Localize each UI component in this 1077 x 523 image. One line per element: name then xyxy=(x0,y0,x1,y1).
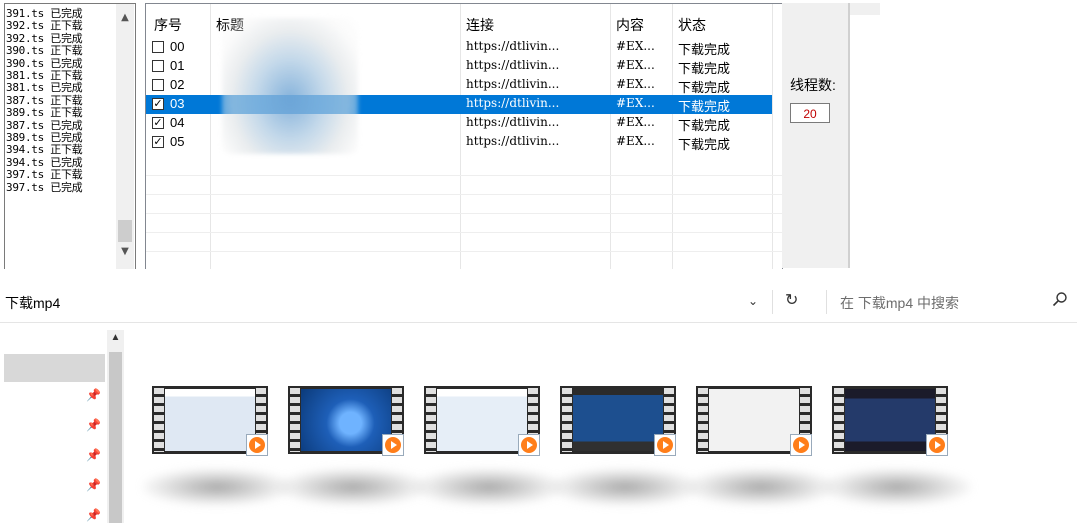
log-scroll-thumb[interactable] xyxy=(118,220,132,242)
row-status: 下载完成 xyxy=(678,80,731,95)
nav-scrollbar[interactable]: ▲ xyxy=(107,330,124,523)
row-content: #EX... xyxy=(616,96,655,110)
download-log-list[interactable]: 391.ts 已完成 392.ts 正下载 392.ts 已完成 390.ts 正下载… xyxy=(4,3,136,269)
redacted-file-name xyxy=(142,468,292,506)
log-lines: 391.ts 已完成 392.ts 正下载 392.ts 已完成 390.ts 正下载… xyxy=(6,7,116,194)
pin-icon[interactable]: 📌 xyxy=(86,388,101,402)
row-status: 下载完成 xyxy=(678,118,731,133)
row-content: #EX... xyxy=(616,134,655,148)
row-checkbox[interactable] xyxy=(152,60,164,72)
row-status: 下载完成 xyxy=(678,61,731,76)
navigation-pane[interactable]: 📌 📌 📌 📌 📌 ▲ xyxy=(0,330,125,523)
play-icon xyxy=(246,434,268,456)
pin-icon[interactable]: 📌 xyxy=(86,478,101,492)
video-file-thumbnail[interactable] xyxy=(424,386,540,458)
row-url: https://dtlivin... xyxy=(466,96,560,110)
row-checkbox[interactable]: ✓ xyxy=(152,136,164,148)
redacted-file-name xyxy=(278,468,428,506)
row-status: 下载完成 xyxy=(678,42,731,57)
settings-panel xyxy=(782,3,848,268)
pin-icon[interactable]: 📌 xyxy=(86,448,101,462)
play-icon xyxy=(382,434,404,456)
redacted-file-name xyxy=(822,468,972,506)
row-checkbox[interactable]: ✓ xyxy=(152,117,164,129)
redacted-file-name xyxy=(414,468,564,506)
row-content: #EX... xyxy=(616,58,655,72)
row-content: #EX... xyxy=(616,39,655,53)
log-scrollbar[interactable]: ▲ ▼ xyxy=(116,4,134,269)
scroll-down-icon[interactable]: ▼ xyxy=(116,244,134,260)
video-file-thumbnail[interactable] xyxy=(560,386,676,458)
search-icon[interactable] xyxy=(1052,291,1068,307)
row-index: 03 xyxy=(170,96,185,111)
column-header-index[interactable]: 序号 xyxy=(154,15,182,35)
row-index: 02 xyxy=(170,77,185,92)
log-line: 390.ts 正下载 xyxy=(6,44,83,58)
redacted-file-name xyxy=(686,468,836,506)
video-file-thumbnail[interactable] xyxy=(152,386,268,458)
play-icon xyxy=(790,434,812,456)
row-checkbox[interactable] xyxy=(152,79,164,91)
row-url: https://dtlivin... xyxy=(466,39,560,53)
log-line: 397.ts 已完成 xyxy=(6,180,83,194)
nav-scroll-thumb[interactable] xyxy=(109,352,122,523)
column-header-url[interactable]: 连接 xyxy=(466,15,494,35)
row-status: 下载完成 xyxy=(678,99,731,114)
play-icon xyxy=(926,434,948,456)
row-url: https://dtlivin... xyxy=(466,134,560,148)
threads-label: 线程数: xyxy=(790,77,836,93)
breadcrumb-folder[interactable]: 下载mp4 xyxy=(5,293,60,313)
row-checkbox[interactable]: ✓ xyxy=(152,98,164,110)
nav-item-selected[interactable] xyxy=(4,354,105,382)
row-content: #EX... xyxy=(616,115,655,129)
row-index: 00 xyxy=(170,39,185,54)
scroll-up-icon[interactable]: ▲ xyxy=(116,10,134,26)
threads-input[interactable]: 20 xyxy=(790,103,830,123)
video-file-thumbnail[interactable] xyxy=(832,386,948,458)
log-line: 389.ts 正下载 xyxy=(6,106,83,120)
row-url: https://dtlivin... xyxy=(466,77,560,91)
row-url: https://dtlivin... xyxy=(466,58,560,72)
pin-icon[interactable]: 📌 xyxy=(86,508,101,522)
log-line: 394.ts 正下载 xyxy=(6,143,83,157)
video-file-thumbnail[interactable] xyxy=(288,386,404,458)
row-content: #EX... xyxy=(616,77,655,91)
row-index: 04 xyxy=(170,115,185,130)
video-file-thumbnail[interactable] xyxy=(696,386,812,458)
redacted-file-name xyxy=(550,468,700,506)
redacted-title-area xyxy=(222,18,358,154)
log-line: 381.ts 已完成 xyxy=(6,81,83,95)
play-icon xyxy=(518,434,540,456)
search-input[interactable]: 在 下载mp4 中搜索 xyxy=(840,293,1040,313)
play-icon xyxy=(654,434,676,456)
pin-icon[interactable]: 📌 xyxy=(86,418,101,432)
chevron-down-icon[interactable]: ⌄ xyxy=(748,294,758,308)
refresh-icon[interactable]: ↻ xyxy=(785,290,798,310)
log-line: 392.ts 正下载 xyxy=(6,19,83,33)
address-bar[interactable]: 下载mp4 ⌄ ↻ 在 下载mp4 中搜索 xyxy=(0,284,1077,323)
log-line: 397.ts 正下载 xyxy=(6,168,83,182)
scroll-up-icon[interactable]: ▲ xyxy=(107,332,124,343)
column-header-content[interactable]: 内容 xyxy=(616,15,644,35)
column-header-status[interactable]: 状态 xyxy=(678,15,706,35)
row-status: 下载完成 xyxy=(678,137,731,152)
row-url: https://dtlivin... xyxy=(466,115,560,129)
row-index: 01 xyxy=(170,58,185,73)
row-checkbox[interactable] xyxy=(152,41,164,53)
row-index: 05 xyxy=(170,134,185,149)
